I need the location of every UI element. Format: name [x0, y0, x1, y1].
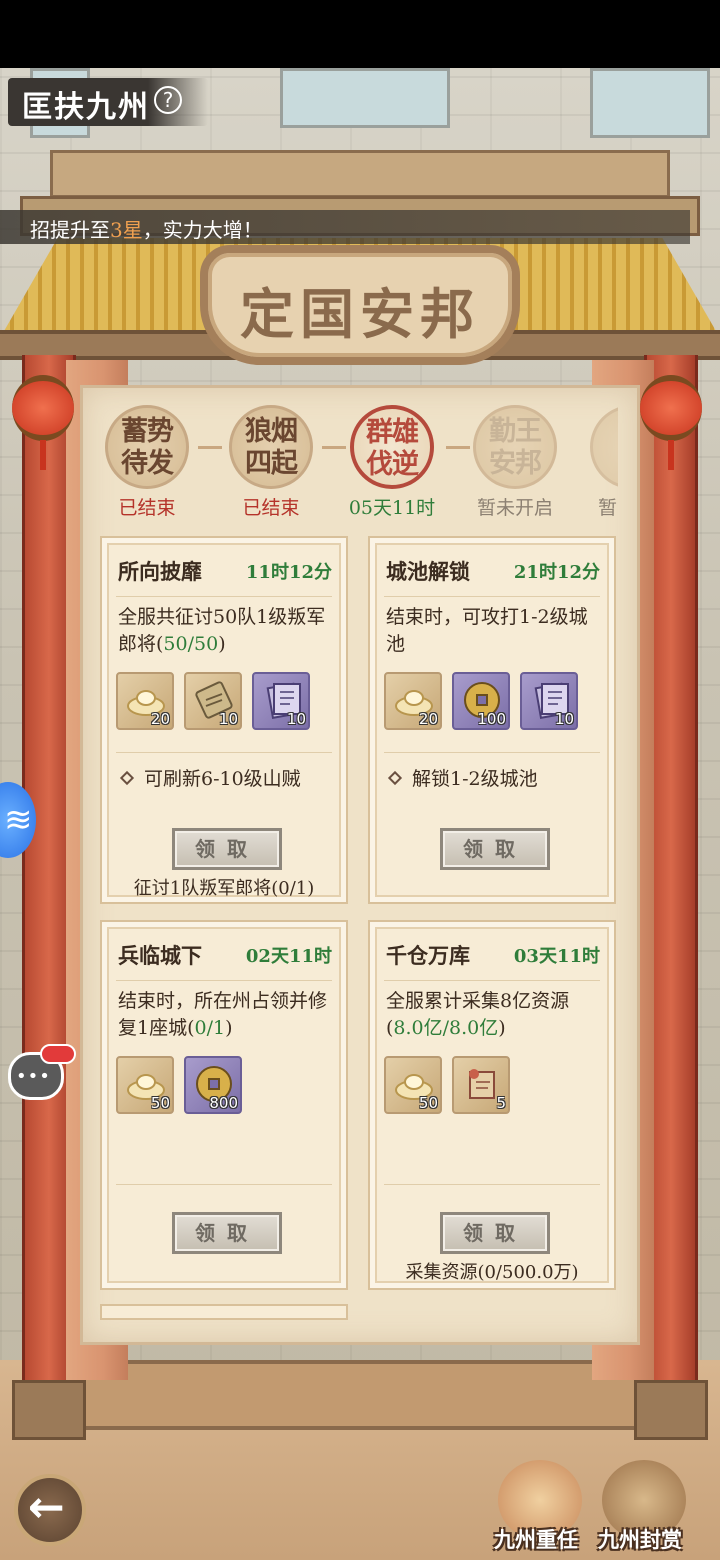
stage-name: 蓄势 待发	[121, 416, 174, 479]
task-title: 所向披靡	[118, 559, 202, 584]
roof-beam	[50, 150, 670, 198]
stage-status: 已结束	[118, 497, 176, 519]
lantern-tassel	[40, 440, 46, 470]
task-card: 所向披靡 11时12分 全服共征讨50队1级叛军郎将(50/50) 20 10 …	[100, 536, 348, 904]
claim-button[interactable]: 领取	[172, 828, 282, 870]
reward-count: 20	[150, 710, 170, 728]
reward-item[interactable]: 50	[116, 1056, 174, 1114]
stage-seal: 蓄势 待发	[105, 405, 189, 489]
diamond-bullet-icon	[387, 770, 403, 786]
divider	[116, 1184, 332, 1185]
task-condition: 征讨1队叛军郎将(0/1)	[133, 878, 315, 899]
stage-tab-4[interactable]: 勤王 安邦 暂未开启	[460, 405, 570, 520]
task-title: 兵临城下	[118, 943, 202, 968]
reward-count: 20	[418, 710, 438, 728]
chat-icon: •••	[16, 1066, 51, 1087]
claim-button[interactable]: 领取	[440, 828, 550, 870]
pillar-base	[634, 1380, 708, 1440]
reward-count: 10	[286, 710, 306, 728]
task-timer: 11时12分	[245, 562, 332, 583]
stage-tab-5[interactable]: 暂	[578, 405, 618, 520]
task-condition: 采集资源(0/500.0万)	[405, 1262, 579, 1283]
back-arrow-icon: ←	[28, 1482, 65, 1533]
reward-count: 50	[150, 1094, 170, 1112]
stage-status: 05天11时	[348, 497, 436, 519]
chat-badge	[40, 1044, 76, 1064]
reward-count: 50	[418, 1094, 438, 1112]
reward-item[interactable]: 20	[384, 672, 442, 730]
stage-tab-3[interactable]: 群雄 伐逆 05天11时	[337, 405, 447, 520]
page-title: 匡扶九州	[22, 90, 150, 125]
reward-item[interactable]: 10	[184, 672, 242, 730]
reward-item[interactable]: 100	[452, 672, 510, 730]
reward-count: 10	[218, 710, 238, 728]
divider	[116, 596, 332, 597]
reward-item[interactable]: 10	[252, 672, 310, 730]
assistant-icon: ≋	[4, 800, 33, 840]
stage-tab-2[interactable]: 狼烟 四起 已结束	[216, 405, 326, 520]
lantern-icon	[12, 375, 74, 441]
diamond-bullet-icon	[119, 770, 135, 786]
reward-item[interactable]: 50	[384, 1056, 442, 1114]
stage-status: 暂	[598, 497, 618, 519]
reward-item[interactable]: 10	[520, 672, 578, 730]
help-icon[interactable]: ?	[154, 86, 182, 114]
reward-count: 100	[477, 710, 506, 728]
reward-count: 800	[209, 1094, 238, 1112]
claim-button[interactable]: 领取	[440, 1212, 550, 1254]
pillar-base	[12, 1380, 86, 1440]
task-timer: 21时12分	[513, 562, 600, 583]
announcement-text: 招提升至3星，实力大增！	[30, 218, 263, 242]
task-card: 千仓万库 03天11时 全服累计采集8亿资源(8.0亿/8.0亿) 50 5 领…	[368, 920, 616, 1290]
status-bar-area	[0, 0, 720, 68]
lantern-icon	[640, 375, 702, 441]
background-window	[280, 68, 450, 128]
reward-item[interactable]: 20	[116, 672, 174, 730]
divider	[116, 752, 332, 753]
reward-count: 10	[554, 710, 574, 728]
nine-province-reward-label: 九州封赏	[598, 1527, 682, 1552]
background-window	[590, 68, 710, 138]
plaque-title: 定国安邦	[240, 282, 480, 346]
unlock-info: 可刷新6-10级山贼	[119, 764, 301, 791]
reward-item[interactable]: 800	[184, 1056, 242, 1114]
unlock-info: 解锁1-2级城池	[387, 764, 538, 791]
reward-item[interactable]: 5	[452, 1056, 510, 1114]
stage-tab-1[interactable]: 蓄势 待发 已结束	[92, 405, 202, 520]
task-timer: 02天11时	[245, 946, 332, 967]
divider	[384, 596, 600, 597]
task-timer: 03天11时	[513, 946, 600, 967]
task-title: 千仓万库	[386, 943, 470, 968]
lantern-tassel	[668, 440, 674, 470]
task-card: 城池解锁 21时12分 结束时，可攻打1-2级城池 20 100 10 解锁1-…	[368, 536, 616, 904]
stage-name: 勤王 安邦	[489, 416, 542, 479]
floor-beam	[30, 1360, 690, 1430]
claim-button[interactable]: 领取	[172, 1212, 282, 1254]
divider	[116, 980, 332, 981]
divider	[384, 980, 600, 981]
stage-seal: 狼烟 四起	[229, 405, 313, 489]
stage-status: 暂未开启	[476, 497, 553, 519]
stage-name: 狼烟 四起	[245, 416, 298, 479]
task-description: 全服累计采集8亿资源(8.0亿/8.0亿)	[386, 990, 570, 1039]
divider	[384, 752, 600, 753]
stage-seal: 勤王 安邦	[473, 405, 557, 489]
task-description: 结束时，所在州占领并修复1座城(0/1)	[118, 990, 328, 1039]
task-title: 城池解锁	[386, 559, 470, 584]
stage-seal	[590, 405, 618, 489]
nine-province-task-label: 九州重任	[494, 1527, 578, 1552]
stage-status: 已结束	[242, 497, 300, 519]
task-description: 全服共征讨50队1级叛军郎将(50/50)	[118, 606, 326, 655]
stage-name: 群雄 伐逆	[366, 417, 419, 480]
task-card: 兵临城下 02天11时 结束时，所在州占领并修复1座城(0/1) 50 800 …	[100, 920, 348, 1290]
next-card-edge	[100, 1304, 348, 1320]
reward-count: 5	[496, 1094, 506, 1112]
divider	[384, 1184, 600, 1185]
task-description: 结束时，可攻打1-2级城池	[386, 606, 588, 655]
stage-seal-active: 群雄 伐逆	[350, 405, 434, 489]
